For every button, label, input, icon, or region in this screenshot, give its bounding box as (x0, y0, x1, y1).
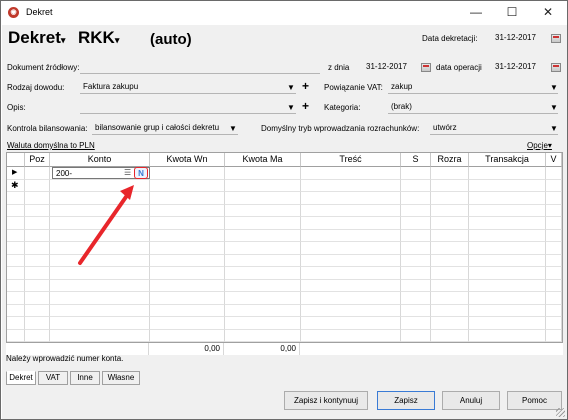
minimize-button[interactable]: — (459, 1, 493, 25)
maximize-button[interactable]: ☐ (495, 1, 529, 25)
resize-grip-icon[interactable] (556, 408, 565, 417)
tab-vat[interactable]: VAT (38, 371, 68, 385)
cancel-button[interactable]: Anuluj (442, 391, 500, 410)
title-bar: ◉ Dekret — ☐ ✕ (1, 1, 567, 25)
close-button[interactable]: ✕ (531, 1, 565, 25)
total-ma: 0,00 (224, 343, 300, 355)
tab-dekret[interactable]: Dekret (6, 371, 36, 385)
app-logo-icon: ◉ (8, 7, 19, 18)
save-button[interactable]: Zapisz (377, 391, 435, 410)
tab-wlasne[interactable]: Własne (102, 371, 140, 385)
total-wn: 0,00 (149, 343, 224, 355)
save-continue-button[interactable]: Zapisz i kontynuuj (284, 391, 368, 410)
tab-inne[interactable]: Inne (70, 371, 100, 385)
dekret-window: ◉ Dekret — ☐ ✕ Dekret▾ RKK▾ (auto) Data … (0, 0, 568, 420)
status-message: Należy wprowadzić numer konta. (6, 354, 124, 363)
form-body: Dekret▾ RKK▾ (auto) Data dekretacji: 31-… (2, 25, 567, 419)
annotation-arrow-shaft (78, 192, 130, 265)
help-button[interactable]: Pomoc (507, 391, 562, 410)
window-title: Dekret (26, 7, 53, 17)
